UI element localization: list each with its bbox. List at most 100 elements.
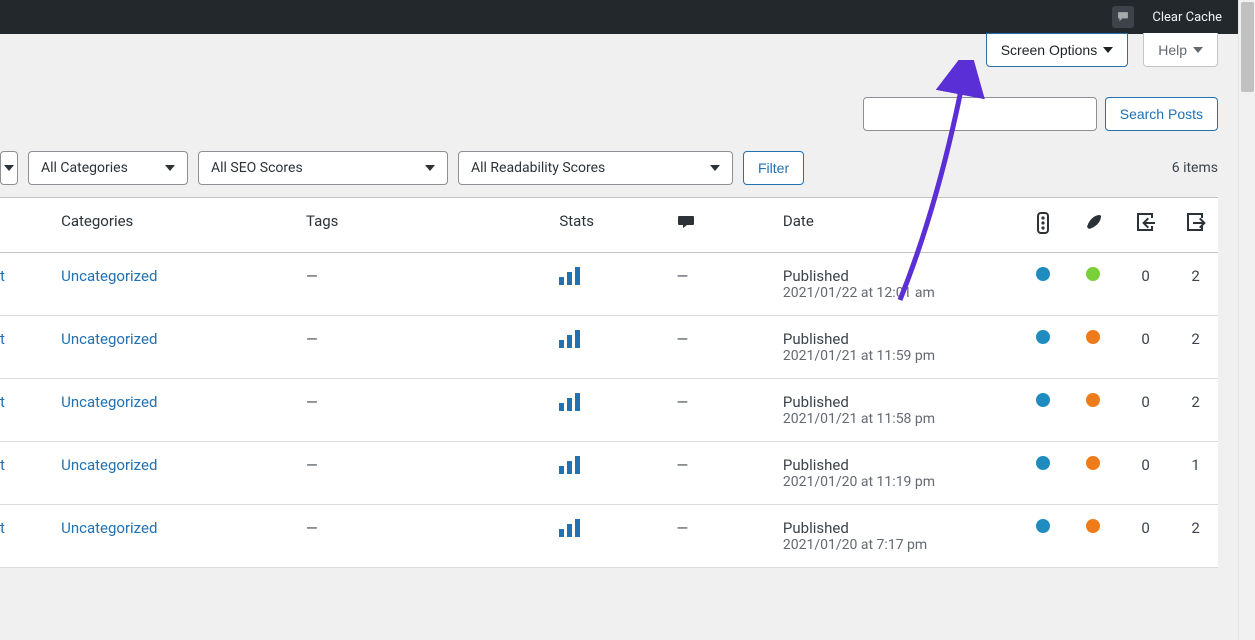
post-comments: — [666, 316, 772, 379]
link-out-icon [1185, 212, 1207, 232]
filter-button[interactable]: Filter [743, 151, 804, 185]
incoming-links-count: 0 [1118, 505, 1173, 568]
col-date[interactable]: Date [773, 198, 1018, 253]
admin-toolbar: Clear Cache [0, 0, 1238, 34]
screen-options-label: Screen Options [1001, 42, 1098, 58]
table-row: tUncategorized——Published2021/01/22 at 1… [0, 253, 1218, 316]
table-row: tUncategorized——Published2021/01/21 at 1… [0, 379, 1218, 442]
outgoing-links-count: 2 [1173, 316, 1218, 379]
seo-score-dot [1018, 253, 1069, 316]
incoming-links-count: 0 [1118, 253, 1173, 316]
categories-filter[interactable]: All Categories [28, 151, 188, 185]
post-category-link[interactable]: Uncategorized [61, 456, 157, 474]
help-button[interactable]: Help [1143, 33, 1218, 67]
filter-row: All Categories All SEO Scores All Readab… [0, 141, 1218, 197]
seo-score-filter-label: All SEO Scores [211, 160, 303, 176]
post-stats[interactable] [549, 379, 666, 442]
post-stats[interactable] [549, 316, 666, 379]
readability-dot [1069, 316, 1118, 379]
vertical-scrollbar[interactable] [1238, 0, 1255, 640]
post-tags: — [296, 505, 549, 568]
outgoing-links-count: 2 [1173, 379, 1218, 442]
post-category-link[interactable]: Uncategorized [61, 519, 157, 537]
col-incoming-links[interactable] [1118, 198, 1173, 253]
post-category-link[interactable]: Uncategorized [61, 330, 157, 348]
stats-bars-icon [559, 393, 580, 411]
post-category-link[interactable]: Uncategorized [61, 393, 157, 411]
post-stats[interactable] [549, 442, 666, 505]
seo-score-filter[interactable]: All SEO Scores [198, 151, 448, 185]
search-input[interactable] [863, 97, 1097, 131]
post-comments: — [666, 505, 772, 568]
col-readability[interactable] [1069, 198, 1118, 253]
seo-score-dot [1018, 505, 1069, 568]
col-tags[interactable]: Tags [296, 198, 549, 253]
chevron-down-icon [710, 165, 720, 171]
caret-down-icon [1193, 47, 1203, 53]
post-tags: — [296, 253, 549, 316]
post-stats[interactable] [549, 253, 666, 316]
screen-options-button[interactable]: Screen Options [986, 33, 1129, 67]
table-row: tUncategorized——Published2021/01/20 at 7… [0, 505, 1218, 568]
seo-score-dot [1018, 316, 1069, 379]
post-date: Published2021/01/21 at 11:59 pm [773, 316, 1018, 379]
traffic-light-icon [1034, 212, 1052, 234]
incoming-links-count: 0 [1118, 442, 1173, 505]
col-categories[interactable]: Categories [51, 198, 296, 253]
outgoing-links-count: 1 [1173, 442, 1218, 505]
post-date: Published2021/01/20 at 7:17 pm [773, 505, 1018, 568]
clear-cache-link[interactable]: Clear Cache [1152, 10, 1222, 25]
comment-bubble-icon [676, 212, 696, 232]
search-posts-button[interactable]: Search Posts [1105, 97, 1218, 131]
seo-score-dot [1018, 442, 1069, 505]
post-category-link[interactable]: Uncategorized [61, 267, 157, 285]
col-comments[interactable] [666, 198, 772, 253]
link-in-icon [1135, 212, 1157, 232]
help-label: Help [1158, 42, 1187, 58]
post-title-truncated[interactable]: t [0, 442, 51, 505]
post-tags: — [296, 442, 549, 505]
post-date: Published2021/01/20 at 11:19 pm [773, 442, 1018, 505]
filter-dropdown-truncated[interactable] [0, 151, 18, 185]
col-title-truncated [0, 198, 51, 253]
seo-score-dot [1018, 379, 1069, 442]
scrollbar-thumb[interactable] [1241, 2, 1254, 92]
post-title-truncated[interactable]: t [0, 253, 51, 316]
post-date: Published2021/01/21 at 11:58 pm [773, 379, 1018, 442]
stats-bars-icon [559, 330, 580, 348]
post-tags: — [296, 379, 549, 442]
outgoing-links-count: 2 [1173, 253, 1218, 316]
categories-filter-label: All Categories [41, 160, 128, 176]
readability-dot [1069, 253, 1118, 316]
col-stats[interactable]: Stats [549, 198, 666, 253]
screen-meta-links: Screen Options Help [0, 33, 1238, 67]
stats-bars-icon [559, 456, 580, 474]
post-title-truncated[interactable]: t [0, 316, 51, 379]
readability-dot [1069, 505, 1118, 568]
col-outgoing-links[interactable] [1173, 198, 1218, 253]
items-count: 6 items [1172, 160, 1218, 176]
table-row: tUncategorized——Published2021/01/21 at 1… [0, 316, 1218, 379]
chevron-down-icon [425, 165, 435, 171]
stats-bars-icon [559, 267, 580, 285]
post-stats[interactable] [549, 505, 666, 568]
incoming-links-count: 0 [1118, 316, 1173, 379]
feather-icon [1083, 212, 1103, 232]
post-title-truncated[interactable]: t [0, 505, 51, 568]
post-comments: — [666, 442, 772, 505]
readability-dot [1069, 442, 1118, 505]
col-seo-score[interactable] [1018, 198, 1069, 253]
chevron-down-icon [165, 165, 175, 171]
chevron-down-icon [4, 165, 14, 171]
post-title-truncated[interactable]: t [0, 379, 51, 442]
readability-filter[interactable]: All Readability Scores [458, 151, 733, 185]
incoming-links-count: 0 [1118, 379, 1173, 442]
post-comments: — [666, 253, 772, 316]
search-row: Search Posts [0, 67, 1218, 141]
readability-dot [1069, 379, 1118, 442]
table-row: tUncategorized——Published2021/01/20 at 1… [0, 442, 1218, 505]
comments-icon[interactable] [1112, 6, 1134, 28]
caret-down-icon [1103, 47, 1113, 53]
stats-bars-icon [559, 519, 580, 537]
post-comments: — [666, 379, 772, 442]
